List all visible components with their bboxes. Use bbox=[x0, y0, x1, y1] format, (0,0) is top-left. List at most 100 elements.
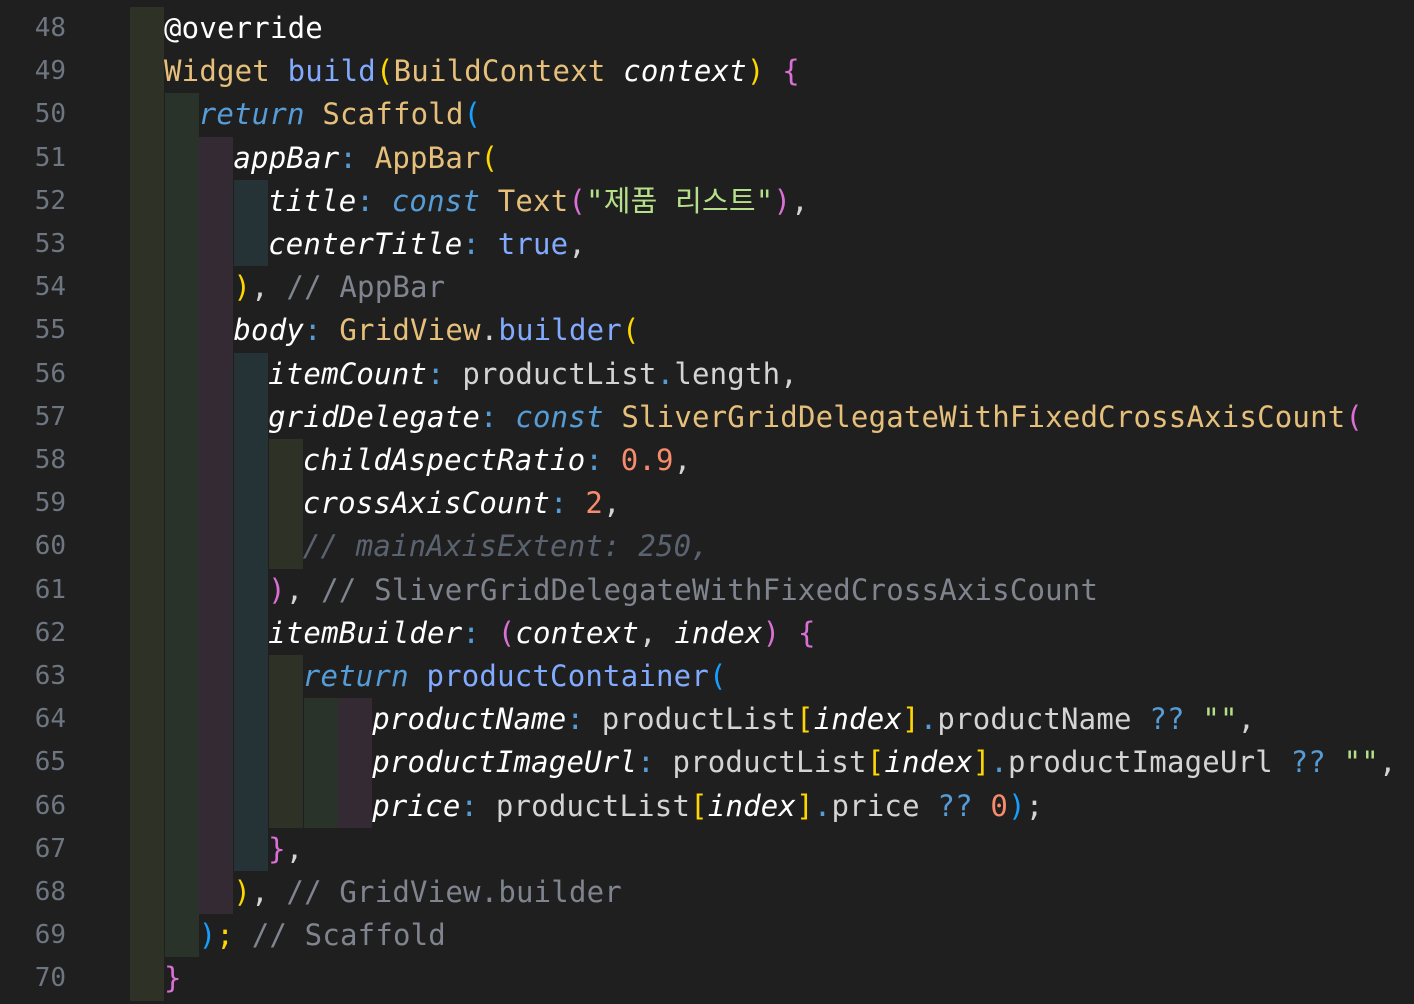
code-token: productName bbox=[372, 702, 567, 737]
code-token: title bbox=[268, 183, 357, 218]
code-token: : bbox=[356, 183, 375, 218]
code-token: index bbox=[813, 702, 903, 737]
code-token: productList bbox=[495, 788, 691, 823]
line-number: 49 bbox=[34, 56, 66, 87]
code-token: 2 bbox=[585, 486, 604, 521]
code-token: ] bbox=[972, 745, 991, 780]
code-token: productList bbox=[601, 702, 797, 737]
code-token: ( bbox=[621, 313, 640, 348]
code-line[interactable]: Widget build(BuildContext context) { bbox=[164, 50, 800, 93]
code-token: : bbox=[550, 486, 568, 521]
code-token: , bbox=[285, 831, 304, 866]
indent-guide bbox=[199, 136, 234, 915]
code-token: ) bbox=[773, 183, 792, 218]
code-line[interactable]: appBar: AppBar( bbox=[233, 137, 498, 180]
code-line[interactable]: gridDelegate: const SliverGridDelegateWi… bbox=[268, 396, 1363, 439]
code-token: productName bbox=[937, 702, 1132, 737]
code-token: . bbox=[656, 356, 675, 391]
indent-guide bbox=[268, 655, 303, 828]
code-line[interactable]: productName: productList[index].productN… bbox=[372, 698, 1255, 741]
code-line[interactable]: }, bbox=[268, 828, 303, 871]
code-line[interactable]: @override bbox=[164, 7, 323, 50]
code-line[interactable]: childAspectRatio: 0.9, bbox=[303, 439, 692, 482]
code-token: , bbox=[791, 183, 809, 218]
code-line[interactable]: ), // SliverGridDelegateWithFixedCrossAx… bbox=[268, 569, 1098, 612]
code-token: length bbox=[674, 356, 781, 391]
line-number: 62 bbox=[34, 617, 66, 648]
code-token: , bbox=[639, 615, 657, 650]
code-token: : bbox=[637, 745, 655, 780]
code-token: body bbox=[233, 313, 305, 348]
code-token: [ bbox=[690, 788, 708, 823]
code-line[interactable]: price: productList[index].price ?? 0); bbox=[372, 785, 1043, 828]
line-number: 55 bbox=[34, 315, 66, 346]
code-token: ) bbox=[1008, 788, 1026, 823]
code-token: ) bbox=[746, 54, 765, 89]
code-token: : bbox=[304, 313, 322, 348]
code-token: // mainAxisExtent: 250, bbox=[302, 529, 709, 564]
code-token: productImageUrl bbox=[1008, 745, 1273, 780]
code-line[interactable]: crossAxisCount: 2, bbox=[303, 482, 621, 525]
code-line[interactable]: body: GridView.builder( bbox=[233, 309, 639, 352]
code-token: Scaffold bbox=[322, 97, 464, 132]
code-line[interactable]: // mainAxisExtent: 250, bbox=[303, 525, 709, 568]
code-token: : bbox=[339, 140, 358, 175]
code-token: BuildContext bbox=[393, 54, 606, 89]
code-token: // SliverGridDelegateWithFixedCrossAxisC… bbox=[321, 572, 1099, 607]
code-token: ( bbox=[568, 183, 587, 218]
code-token: return bbox=[198, 97, 305, 132]
code-line[interactable]: ), // AppBar bbox=[233, 266, 445, 309]
line-number: 66 bbox=[34, 790, 66, 821]
code-token: "" bbox=[1343, 745, 1379, 780]
code-token: : bbox=[462, 615, 481, 650]
code-line[interactable]: ); // Scaffold bbox=[199, 914, 446, 957]
line-number: 60 bbox=[34, 531, 66, 562]
code-token: return bbox=[302, 659, 409, 693]
code-token: SliverGridDelegateWithFixedCrossAxisCoun… bbox=[621, 399, 1346, 434]
code-line[interactable]: return productContainer( bbox=[303, 655, 727, 698]
code-line[interactable]: itemBuilder: (context, index) { bbox=[268, 612, 816, 655]
code-line[interactable]: ), // GridView.builder bbox=[233, 871, 622, 914]
code-token: Widget bbox=[164, 54, 270, 89]
code-token: "" bbox=[1202, 702, 1238, 737]
code-line[interactable]: } bbox=[164, 957, 182, 1000]
code-token: ) bbox=[233, 270, 252, 305]
code-token: context bbox=[515, 615, 639, 650]
code-token: GridView bbox=[339, 313, 481, 348]
line-number: 64 bbox=[34, 704, 66, 735]
line-number: 63 bbox=[34, 661, 66, 691]
code-editor[interactable]: 48 49 50 51 52 53 54 55 56 57 58 59 60 61 62 63 64 65 66 67… bbox=[0, 0, 1414, 1004]
code-token: , bbox=[251, 875, 269, 909]
code-token: context bbox=[623, 54, 747, 89]
code-token: } bbox=[268, 831, 286, 866]
code-token: ?? bbox=[937, 788, 973, 823]
code-line[interactable]: centerTitle: true, bbox=[268, 223, 586, 266]
code-line[interactable]: productImageUrl: productList[index].prod… bbox=[372, 741, 1396, 784]
code-token: . bbox=[813, 788, 832, 823]
indent-guide bbox=[268, 439, 303, 569]
code-line[interactable]: title: const Text("제품 리스트"), bbox=[268, 180, 809, 223]
code-token: ( bbox=[497, 615, 516, 650]
code-token: ( bbox=[463, 97, 482, 132]
code-token: ) bbox=[762, 615, 781, 650]
code-token: ) bbox=[198, 918, 217, 953]
line-number: 52 bbox=[34, 185, 66, 216]
code-line[interactable]: itemCount: productList.length, bbox=[268, 353, 798, 396]
code-line[interactable]: return Scaffold( bbox=[199, 93, 482, 136]
line-number: 67 bbox=[34, 833, 66, 864]
code-token: price bbox=[831, 788, 920, 823]
